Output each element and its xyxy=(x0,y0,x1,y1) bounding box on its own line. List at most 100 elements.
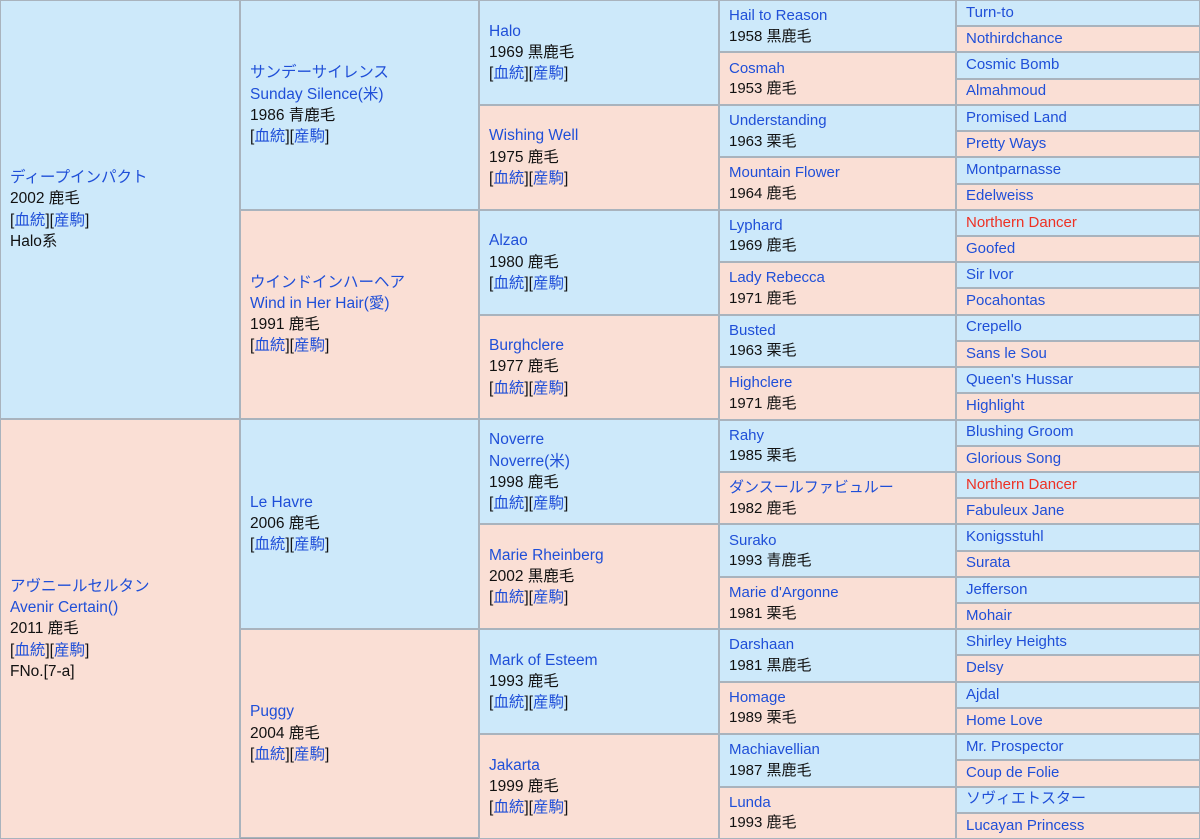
pedigree-link[interactable]: 血統 xyxy=(254,337,285,354)
horse-name-link[interactable]: Machiavellian xyxy=(729,740,947,761)
pedigree-link[interactable]: 血統 xyxy=(493,694,524,711)
horse-name-link[interactable]: Edelweiss xyxy=(966,186,1191,207)
offspring-link[interactable]: 産駒 xyxy=(533,589,564,606)
offspring-link[interactable]: 産駒 xyxy=(294,337,325,354)
horse-name-link[interactable]: Goofed xyxy=(966,239,1191,260)
horse-name-link[interactable]: Shirley Heights xyxy=(966,632,1191,653)
horse-name-link[interactable]: Northern Dancer xyxy=(966,213,1191,234)
horse-name-link[interactable]: Burghclere xyxy=(489,335,710,356)
horse-name-link[interactable]: Highlight xyxy=(966,396,1191,417)
horse-name-link[interactable]: Cosmah xyxy=(729,59,947,80)
horse-name-link[interactable]: Wind in Her Hair(愛) xyxy=(250,293,470,314)
pedigree-link[interactable]: 血統 xyxy=(14,642,45,659)
pedigree-link[interactable]: 血統 xyxy=(493,799,524,816)
pedigree-table: ディープインパクト 2002 鹿毛 [血統][産駒] Halo系 アヴニールセルタン Av… xyxy=(0,0,1200,839)
offspring-link[interactable]: 産駒 xyxy=(54,642,85,659)
horse-name-link[interactable]: Mountain Flower xyxy=(729,163,947,184)
pedigree-link[interactable]: 血統 xyxy=(493,380,524,397)
horse-name-link[interactable]: Surako xyxy=(729,531,947,552)
horse-name-link[interactable]: アヴニールセルタン xyxy=(10,576,231,597)
horse-name-link[interactable]: Fabuleux Jane xyxy=(966,501,1191,522)
pedigree-link[interactable]: 血統 xyxy=(254,536,285,553)
horse-name-link[interactable]: Northern Dancer xyxy=(966,475,1191,496)
horse-name-link[interactable]: Halo xyxy=(489,21,710,42)
bracket-close: ] xyxy=(324,536,330,554)
offspring-link[interactable]: 産駒 xyxy=(533,65,564,82)
horse-name-link[interactable]: Blushing Groom xyxy=(966,422,1191,443)
horse-name-link[interactable]: Coup de Folie xyxy=(966,763,1191,784)
horse-name-link[interactable]: Sunday Silence(米) xyxy=(250,84,470,105)
offspring-link[interactable]: 産駒 xyxy=(533,275,564,292)
horse-name-link[interactable]: サンデーサイレンス xyxy=(250,62,470,83)
horse-name-link[interactable]: ソヴィエトスター xyxy=(966,789,1191,810)
horse-name-link[interactable]: Jakarta xyxy=(489,755,710,776)
horse-name-link[interactable]: Sir Ivor xyxy=(966,265,1191,286)
horse-name-link[interactable]: Hail to Reason xyxy=(729,6,947,27)
horse-name-link[interactable]: Understanding xyxy=(729,111,947,132)
horse-name-link[interactable]: Nothirdchance xyxy=(966,29,1191,50)
horse-name-link[interactable]: Delsy xyxy=(966,658,1191,679)
horse-name-link[interactable]: Marie Rheinberg xyxy=(489,545,710,566)
horse-name-link[interactable]: Le Havre xyxy=(250,492,470,513)
horse-name-link[interactable]: Darshaan xyxy=(729,635,947,656)
horse-name-link[interactable]: Mohair xyxy=(966,606,1191,627)
offspring-link[interactable]: 産駒 xyxy=(294,536,325,553)
horse-name-link[interactable]: Jefferson xyxy=(966,580,1191,601)
horse-name-link[interactable]: Rahy xyxy=(729,426,947,447)
offspring-link[interactable]: 産駒 xyxy=(533,495,564,512)
offspring-link[interactable]: 産駒 xyxy=(294,746,325,763)
horse-name-link[interactable]: Noverre xyxy=(489,429,710,450)
pedigree-link[interactable]: 血統 xyxy=(493,495,524,512)
horse-name-link[interactable]: Wishing Well xyxy=(489,125,710,146)
horse-name-link[interactable]: Surata xyxy=(966,553,1191,574)
horse-name-link[interactable]: Almahmoud xyxy=(966,81,1191,102)
horse-name-link[interactable]: Glorious Song xyxy=(966,449,1191,470)
pedigree-cell-gen5: Northern Dancer xyxy=(956,471,1200,499)
horse-name-link[interactable]: Pocahontas xyxy=(966,291,1191,312)
horse-name-link[interactable]: Mr. Prospector xyxy=(966,737,1191,758)
pedigree-link[interactable]: 血統 xyxy=(493,589,524,606)
horse-name-link[interactable]: Pretty Ways xyxy=(966,134,1191,155)
horse-name-link[interactable]: Lunda xyxy=(729,793,947,814)
horse-name-link[interactable]: ダンスールファビュルー xyxy=(729,478,947,499)
horse-name-link[interactable]: Ajdal xyxy=(966,685,1191,706)
horse-name-link[interactable]: Turn-to xyxy=(966,3,1191,24)
horse-name-link[interactable]: Busted xyxy=(729,321,947,342)
horse-name-link[interactable]: Crepello xyxy=(966,317,1191,338)
offspring-link[interactable]: 産駒 xyxy=(533,170,564,187)
horse-name-link[interactable]: Homage xyxy=(729,688,947,709)
horse-name-link[interactable]: Queen's Hussar xyxy=(966,370,1191,391)
horse-name-link[interactable]: Cosmic Bomb xyxy=(966,55,1191,76)
horse-name-link[interactable]: Montparnasse xyxy=(966,160,1191,181)
horse-name-link[interactable]: Noverre(米) xyxy=(489,451,710,472)
pedigree-link[interactable]: 血統 xyxy=(14,212,45,229)
horse-name-link[interactable]: Puggy xyxy=(250,701,470,722)
horse-name-link[interactable]: ウインドインハーヘア xyxy=(250,272,470,293)
pedigree-link[interactable]: 血統 xyxy=(493,275,524,292)
offspring-link[interactable]: 産駒 xyxy=(54,212,85,229)
offspring-link[interactable]: 産駒 xyxy=(533,799,564,816)
horse-name-link[interactable]: Lady Rebecca xyxy=(729,268,947,289)
horse-name-link[interactable]: Alzao xyxy=(489,230,710,251)
horse-name-link[interactable]: Mark of Esteem xyxy=(489,650,710,671)
horse-name-link[interactable]: Home Love xyxy=(966,711,1191,732)
horse-name-link[interactable]: Konigsstuhl xyxy=(966,527,1191,548)
horse-name-link[interactable]: Sans le Sou xyxy=(966,344,1191,365)
pedigree-link[interactable]: 血統 xyxy=(493,65,524,82)
offspring-link[interactable]: 産駒 xyxy=(533,694,564,711)
pedigree-cell-gen4: Surako 1993 青鹿毛 xyxy=(719,524,956,577)
pedigree-link[interactable]: 血統 xyxy=(493,170,524,187)
offspring-link[interactable]: 産駒 xyxy=(533,380,564,397)
horse-name-link[interactable]: Avenir Certain() xyxy=(10,597,231,618)
pedigree-link[interactable]: 血統 xyxy=(254,128,285,145)
horse-name-link[interactable]: ディープインパクト xyxy=(10,167,231,188)
horse-name-link[interactable]: Lyphard xyxy=(729,216,947,237)
horse-name-link[interactable]: Lucayan Princess xyxy=(966,816,1191,837)
offspring-link[interactable]: 産駒 xyxy=(294,128,325,145)
bracket-close: ] xyxy=(563,495,569,513)
horse-name-link[interactable]: Marie d'Argonne xyxy=(729,583,947,604)
pedigree-link[interactable]: 血統 xyxy=(254,746,285,763)
pedigree-cell-gen5: Edelweiss xyxy=(956,183,1200,210)
horse-name-link[interactable]: Highclere xyxy=(729,373,947,394)
horse-name-link[interactable]: Promised Land xyxy=(966,108,1191,129)
